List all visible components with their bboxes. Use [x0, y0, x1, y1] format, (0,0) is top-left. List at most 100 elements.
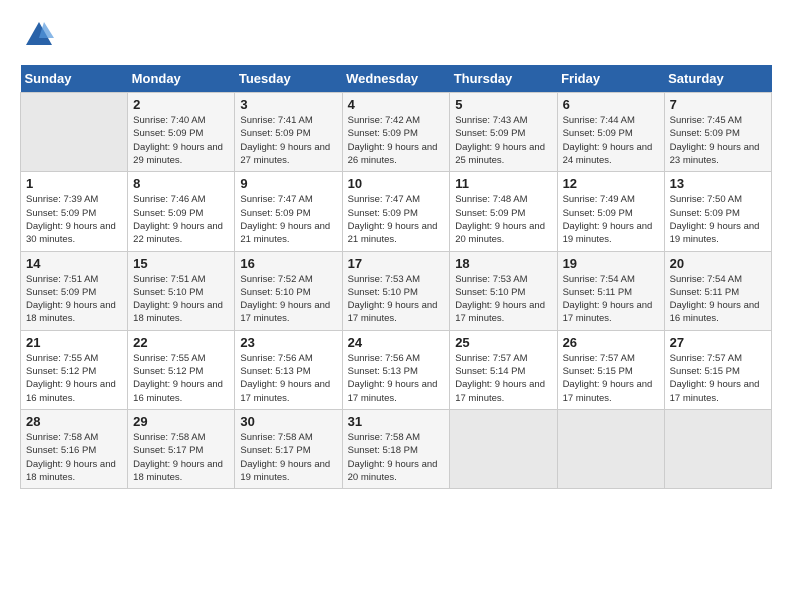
day-info: Sunrise: 7:57 AMSunset: 5:15 PMDaylight:…: [563, 352, 659, 405]
day-info: Sunrise: 7:55 AMSunset: 5:12 PMDaylight:…: [133, 352, 229, 405]
header-row: SundayMondayTuesdayWednesdayThursdayFrid…: [21, 65, 772, 93]
day-cell-24: 24 Sunrise: 7:56 AMSunset: 5:13 PMDayligh…: [342, 330, 450, 409]
day-info: Sunrise: 7:48 AMSunset: 5:09 PMDaylight:…: [455, 193, 551, 246]
calendar-week-3: 14 Sunrise: 7:51 AMSunset: 5:09 PMDayligh…: [21, 251, 772, 330]
day-info: Sunrise: 7:51 AMSunset: 5:09 PMDaylight:…: [26, 273, 122, 326]
empty-cell: [21, 93, 128, 172]
day-number: 12: [563, 176, 659, 191]
header-cell-saturday: Saturday: [664, 65, 771, 93]
day-cell-14: 14 Sunrise: 7:51 AMSunset: 5:09 PMDayligh…: [21, 251, 128, 330]
logo: [20, 20, 54, 55]
day-info: Sunrise: 7:41 AMSunset: 5:09 PMDaylight:…: [240, 114, 336, 167]
day-cell-31: 31 Sunrise: 7:58 AMSunset: 5:18 PMDayligh…: [342, 409, 450, 488]
page-header: [20, 20, 772, 55]
day-cell-11: 11 Sunrise: 7:48 AMSunset: 5:09 PMDayligh…: [450, 172, 557, 251]
day-cell-21: 21 Sunrise: 7:55 AMSunset: 5:12 PMDayligh…: [21, 330, 128, 409]
day-number: 20: [670, 256, 766, 271]
day-number: 8: [133, 176, 229, 191]
day-info: Sunrise: 7:58 AMSunset: 5:18 PMDaylight:…: [348, 431, 445, 484]
day-info: Sunrise: 7:56 AMSunset: 5:13 PMDaylight:…: [348, 352, 445, 405]
day-cell-10: 10Sunrise: 7:47 AMSunset: 5:09 PMDayligh…: [342, 172, 450, 251]
day-info: Sunrise: 7:58 AMSunset: 5:17 PMDaylight:…: [133, 431, 229, 484]
day-cell-15: 15 Sunrise: 7:51 AMSunset: 5:10 PMDayligh…: [128, 251, 235, 330]
day-info: Sunrise: 7:42 AMSunset: 5:09 PMDaylight:…: [348, 114, 445, 167]
calendar-week-4: 21 Sunrise: 7:55 AMSunset: 5:12 PMDayligh…: [21, 330, 772, 409]
day-info: Sunrise: 7:43 AMSunset: 5:09 PMDaylight:…: [455, 114, 551, 167]
day-number: 4: [348, 97, 445, 112]
day-cell-22: 22 Sunrise: 7:55 AMSunset: 5:12 PMDayligh…: [128, 330, 235, 409]
day-number: 13: [670, 176, 766, 191]
day-number: 6: [563, 97, 659, 112]
empty-cell: [557, 409, 664, 488]
calendar-week-5: 28 Sunrise: 7:58 AMSunset: 5:16 PMDayligh…: [21, 409, 772, 488]
day-cell-19: 19 Sunrise: 7:54 AMSunset: 5:11 PMDayligh…: [557, 251, 664, 330]
day-number: 11: [455, 176, 551, 191]
day-number: 5: [455, 97, 551, 112]
empty-cell: [664, 409, 771, 488]
day-info: Sunrise: 7:49 AMSunset: 5:09 PMDaylight:…: [563, 193, 659, 246]
header-cell-sunday: Sunday: [21, 65, 128, 93]
day-cell-23: 23Sunrise: 7:56 AMSunset: 5:13 PMDayligh…: [235, 330, 342, 409]
header-cell-friday: Friday: [557, 65, 664, 93]
day-number: 18: [455, 256, 551, 271]
day-info: Sunrise: 7:58 AMSunset: 5:16 PMDaylight:…: [26, 431, 122, 484]
day-cell-8: 8 Sunrise: 7:46 AMSunset: 5:09 PMDaylight…: [128, 172, 235, 251]
day-info: Sunrise: 7:57 AMSunset: 5:14 PMDaylight:…: [455, 352, 551, 405]
day-cell-2: 2Sunrise: 7:40 AMSunset: 5:09 PMDaylight…: [128, 93, 235, 172]
day-number: 17: [348, 256, 445, 271]
calendar-week-2: 1 Sunrise: 7:39 AMSunset: 5:09 PMDaylight…: [21, 172, 772, 251]
day-number: 15: [133, 256, 229, 271]
day-info: Sunrise: 7:44 AMSunset: 5:09 PMDaylight:…: [563, 114, 659, 167]
day-info: Sunrise: 7:54 AMSunset: 5:11 PMDaylight:…: [670, 273, 766, 326]
day-cell-25: 25 Sunrise: 7:57 AMSunset: 5:14 PMDayligh…: [450, 330, 557, 409]
day-number: 23: [240, 335, 336, 350]
day-cell-17: 17 Sunrise: 7:53 AMSunset: 5:10 PMDayligh…: [342, 251, 450, 330]
day-number: 24: [348, 335, 445, 350]
day-number: 29: [133, 414, 229, 429]
day-number: 9: [240, 176, 336, 191]
day-cell-5: 5 Sunrise: 7:43 AMSunset: 5:09 PMDaylight…: [450, 93, 557, 172]
day-cell-27: 27Sunrise: 7:57 AMSunset: 5:15 PMDayligh…: [664, 330, 771, 409]
day-info: Sunrise: 7:53 AMSunset: 5:10 PMDaylight:…: [455, 273, 551, 326]
day-cell-30: 30 Sunrise: 7:58 AMSunset: 5:17 PMDayligh…: [235, 409, 342, 488]
day-cell-28: 28 Sunrise: 7:58 AMSunset: 5:16 PMDayligh…: [21, 409, 128, 488]
day-info: Sunrise: 7:51 AMSunset: 5:10 PMDaylight:…: [133, 273, 229, 326]
day-info: Sunrise: 7:55 AMSunset: 5:12 PMDaylight:…: [26, 352, 122, 405]
day-cell-9: 9Sunrise: 7:47 AMSunset: 5:09 PMDaylight…: [235, 172, 342, 251]
calendar-week-1: 2Sunrise: 7:40 AMSunset: 5:09 PMDaylight…: [21, 93, 772, 172]
day-info: Sunrise: 7:45 AMSunset: 5:09 PMDaylight:…: [670, 114, 766, 167]
day-number: 21: [26, 335, 122, 350]
day-info: Sunrise: 7:39 AMSunset: 5:09 PMDaylight:…: [26, 193, 122, 246]
day-number: 26: [563, 335, 659, 350]
day-cell-3: 3 Sunrise: 7:41 AMSunset: 5:09 PMDaylight…: [235, 93, 342, 172]
day-number: 31: [348, 414, 445, 429]
day-info: Sunrise: 7:52 AMSunset: 5:10 PMDaylight:…: [240, 273, 336, 326]
day-cell-7: 7 Sunrise: 7:45 AMSunset: 5:09 PMDaylight…: [664, 93, 771, 172]
header-cell-thursday: Thursday: [450, 65, 557, 93]
header-cell-tuesday: Tuesday: [235, 65, 342, 93]
day-info: Sunrise: 7:58 AMSunset: 5:17 PMDaylight:…: [240, 431, 336, 484]
header-cell-wednesday: Wednesday: [342, 65, 450, 93]
day-info: Sunrise: 7:46 AMSunset: 5:09 PMDaylight:…: [133, 193, 229, 246]
day-cell-4: 4 Sunrise: 7:42 AMSunset: 5:09 PMDaylight…: [342, 93, 450, 172]
day-number: 3: [240, 97, 336, 112]
day-cell-6: 6 Sunrise: 7:44 AMSunset: 5:09 PMDaylight…: [557, 93, 664, 172]
day-number: 28: [26, 414, 122, 429]
day-cell-20: 20 Sunrise: 7:54 AMSunset: 5:11 PMDayligh…: [664, 251, 771, 330]
day-number: 16: [240, 256, 336, 271]
day-info: Sunrise: 7:47 AMSunset: 5:09 PMDaylight:…: [348, 193, 445, 246]
day-number: 1: [26, 176, 122, 191]
day-cell-13: 13Sunrise: 7:50 AMSunset: 5:09 PMDayligh…: [664, 172, 771, 251]
day-number: 2: [133, 97, 229, 112]
header-cell-monday: Monday: [128, 65, 235, 93]
day-number: 14: [26, 256, 122, 271]
day-number: 22: [133, 335, 229, 350]
day-number: 25: [455, 335, 551, 350]
day-info: Sunrise: 7:53 AMSunset: 5:10 PMDaylight:…: [348, 273, 445, 326]
day-cell-18: 18 Sunrise: 7:53 AMSunset: 5:10 PMDayligh…: [450, 251, 557, 330]
day-info: Sunrise: 7:54 AMSunset: 5:11 PMDaylight:…: [563, 273, 659, 326]
day-number: 19: [563, 256, 659, 271]
day-number: 30: [240, 414, 336, 429]
day-number: 7: [670, 97, 766, 112]
day-cell-29: 29 Sunrise: 7:58 AMSunset: 5:17 PMDayligh…: [128, 409, 235, 488]
